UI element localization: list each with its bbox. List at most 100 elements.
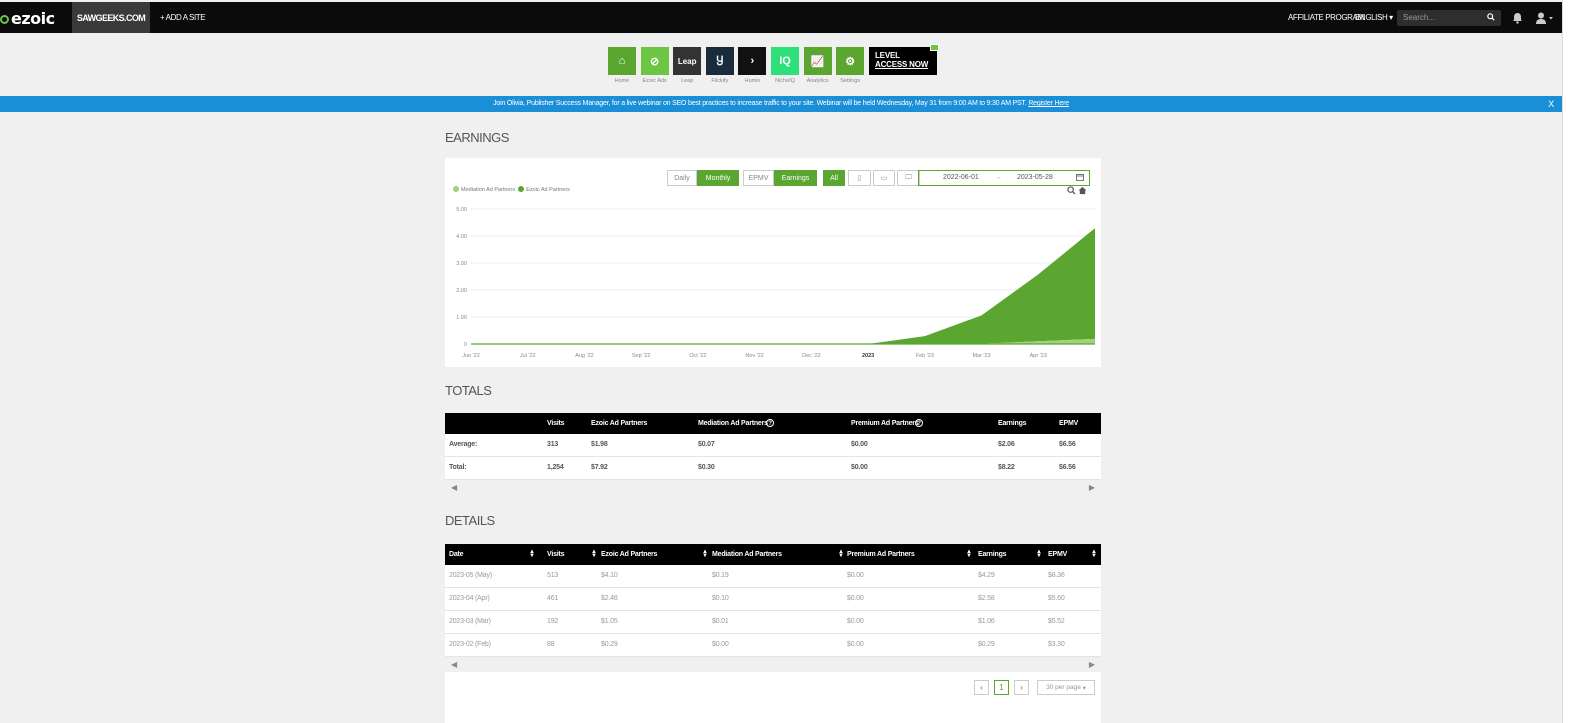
- page-number-button[interactable]: 1: [994, 680, 1009, 695]
- details-horizontal-scrollbar[interactable]: ◀ ▶: [445, 657, 1101, 673]
- column-header[interactable]: Premium Ad Partners: [847, 544, 915, 565]
- details-title: DETAILS: [445, 513, 495, 528]
- column-header[interactable]: EPMV: [1048, 544, 1067, 565]
- x-tick-label: 2023: [862, 353, 874, 359]
- affiliate-program-link[interactable]: AFFILIATE PROGRAM: [1288, 13, 1364, 22]
- flickify-icon: Ⴘ: [705, 47, 734, 75]
- app-analytics[interactable]: 📈 Analytics: [803, 47, 832, 84]
- site-name: SAWGEEKS.COM: [76, 12, 146, 23]
- site-selector[interactable]: SAWGEEKS.COM: [72, 2, 150, 33]
- table-cell: $0.00: [851, 441, 868, 448]
- table-cell: $6.56: [1059, 441, 1076, 448]
- ezoic-logo[interactable]: ezoic: [0, 9, 55, 28]
- humix-icon: ›: [738, 47, 767, 75]
- table-cell: 2023-03 (Mar): [449, 618, 491, 625]
- x-tick-label: Mar '23: [972, 353, 990, 359]
- table-cell: $1.06: [978, 618, 995, 625]
- table-row: Total: 1,254 $7.92 $0.30 $0.00 $8.22 $6.56: [445, 457, 1101, 480]
- logo-mark-icon: [0, 15, 9, 24]
- app-nicheiq[interactable]: IQ NicheIQ: [771, 47, 799, 84]
- help-icon[interactable]: ?: [766, 419, 774, 427]
- table-cell: $0.29: [601, 641, 618, 648]
- mail-icon: [930, 44, 939, 51]
- help-icon[interactable]: ?: [915, 419, 923, 427]
- column-header[interactable]: Date: [449, 544, 464, 565]
- banner-text: Join Olivia, Publisher Success Manager, …: [493, 100, 1027, 107]
- app-ezoic-ads[interactable]: ⊘ Ezoic Ads: [640, 47, 669, 84]
- column-header[interactable]: Ezoic Ad Partners: [601, 544, 657, 565]
- search-icon[interactable]: [1487, 13, 1495, 23]
- totals-horizontal-scrollbar[interactable]: ◀ ▶: [445, 480, 1101, 496]
- table-cell: $3.30: [1048, 641, 1065, 648]
- column-header[interactable]: Earnings: [978, 544, 1007, 565]
- table-row: 2023-04 (Apr) 461 $2.48 $0.10 $0.00 $2.58 $5.6…: [445, 588, 1101, 611]
- user-menu-icon[interactable]: [1536, 12, 1554, 26]
- prev-page-button[interactable]: ‹: [974, 680, 989, 695]
- next-page-button[interactable]: ›: [1014, 680, 1029, 695]
- totals-header-row: Visits Ezoic Ad Partners Mediation Ad Part…: [445, 413, 1101, 434]
- level-access-banner[interactable]: LEVEL ACCESS NOW: [869, 44, 939, 75]
- ezoic-ad-partners-area[interactable]: [471, 228, 1095, 344]
- app-label: Ezoic Ads: [642, 78, 667, 84]
- language-selector[interactable]: ENGLISH ▾: [1355, 13, 1393, 22]
- y-tick-label: 1.00: [456, 315, 467, 321]
- table-cell: 192: [547, 618, 559, 625]
- table-cell: 461: [547, 595, 559, 602]
- sort-icon[interactable]: ▲ ▼: [838, 549, 844, 559]
- column-header[interactable]: Visits: [547, 544, 565, 565]
- app-leap[interactable]: Leap Leap: [673, 47, 702, 84]
- y-tick-label: 2.00: [456, 288, 467, 294]
- level-access-line1: LEVEL: [875, 51, 900, 60]
- app-home[interactable]: ⌂ Home: [608, 47, 636, 84]
- app-label: NicheIQ: [775, 78, 795, 84]
- scroll-left-icon[interactable]: ◀: [451, 483, 457, 492]
- table-cell: 513: [547, 572, 559, 579]
- table-cell: $0.00: [847, 618, 864, 625]
- app-humix[interactable]: › Humix: [738, 47, 767, 84]
- sort-icon[interactable]: ▲ ▼: [702, 549, 708, 559]
- table-cell: $5.60: [1048, 595, 1065, 602]
- table-cell: $1.05: [601, 618, 618, 625]
- pagination: ‹ 1 › 30 per page ▾: [974, 680, 1095, 695]
- x-tick-label: Sep '22: [632, 353, 650, 359]
- scroll-right-icon[interactable]: ▶: [1089, 660, 1095, 669]
- column-header[interactable]: Mediation Ad Partners: [712, 544, 782, 565]
- language-label: ENGLISH: [1355, 13, 1388, 22]
- sort-icon[interactable]: ▲ ▼: [1036, 549, 1042, 559]
- register-link[interactable]: Register Here: [1028, 100, 1069, 107]
- column-header: EPMV: [1059, 420, 1079, 427]
- add-site-link[interactable]: + ADD A SITE: [160, 13, 206, 22]
- app-settings[interactable]: ⚙ Settings: [836, 47, 865, 84]
- x-tick-label: Aug '22: [575, 353, 593, 359]
- banner-close-button[interactable]: X: [1548, 96, 1554, 112]
- notifications-bell-icon[interactable]: [1512, 12, 1523, 26]
- table-cell: $0.29: [978, 641, 995, 648]
- table-cell: $0.07: [698, 441, 715, 448]
- table-cell: $0.00: [847, 595, 864, 602]
- x-tick-label: Jun '22: [462, 353, 480, 359]
- table-cell: $0.00: [712, 641, 729, 648]
- table-cell: $6.56: [1059, 464, 1076, 471]
- details-header-row: Date Visits Ezoic Ad Partners Mediation Ad …: [445, 544, 1101, 565]
- sort-icon[interactable]: ▲ ▼: [529, 549, 535, 559]
- scroll-left-icon[interactable]: ◀: [451, 660, 457, 669]
- per-page-select[interactable]: 30 per page ▾: [1037, 680, 1095, 695]
- table-cell: $0.19: [712, 572, 729, 579]
- table-cell: Average:: [449, 441, 478, 448]
- sort-icon[interactable]: ▲ ▼: [1091, 549, 1097, 559]
- column-header: Visits: [547, 420, 565, 427]
- app-label: Humix: [744, 78, 761, 84]
- x-tick-label: Oct '22: [689, 353, 706, 359]
- app-flickify[interactable]: Ⴘ Flickify: [705, 47, 734, 84]
- earnings-title: EARNINGS: [445, 130, 509, 145]
- search-input[interactable]: Search...: [1397, 10, 1501, 26]
- nicheiq-icon: IQ: [771, 47, 799, 75]
- scroll-right-icon[interactable]: ▶: [1089, 483, 1095, 492]
- table-cell: $0.00: [847, 572, 864, 579]
- x-tick-label: Feb '23: [916, 353, 934, 359]
- sort-icon[interactable]: ▲ ▼: [966, 549, 972, 559]
- x-tick-label: Apr '23: [1030, 353, 1047, 359]
- x-tick-label: Jul '22: [520, 353, 536, 359]
- page-scrollbar[interactable]: [1562, 0, 1570, 723]
- sort-icon[interactable]: ▲ ▼: [591, 549, 597, 559]
